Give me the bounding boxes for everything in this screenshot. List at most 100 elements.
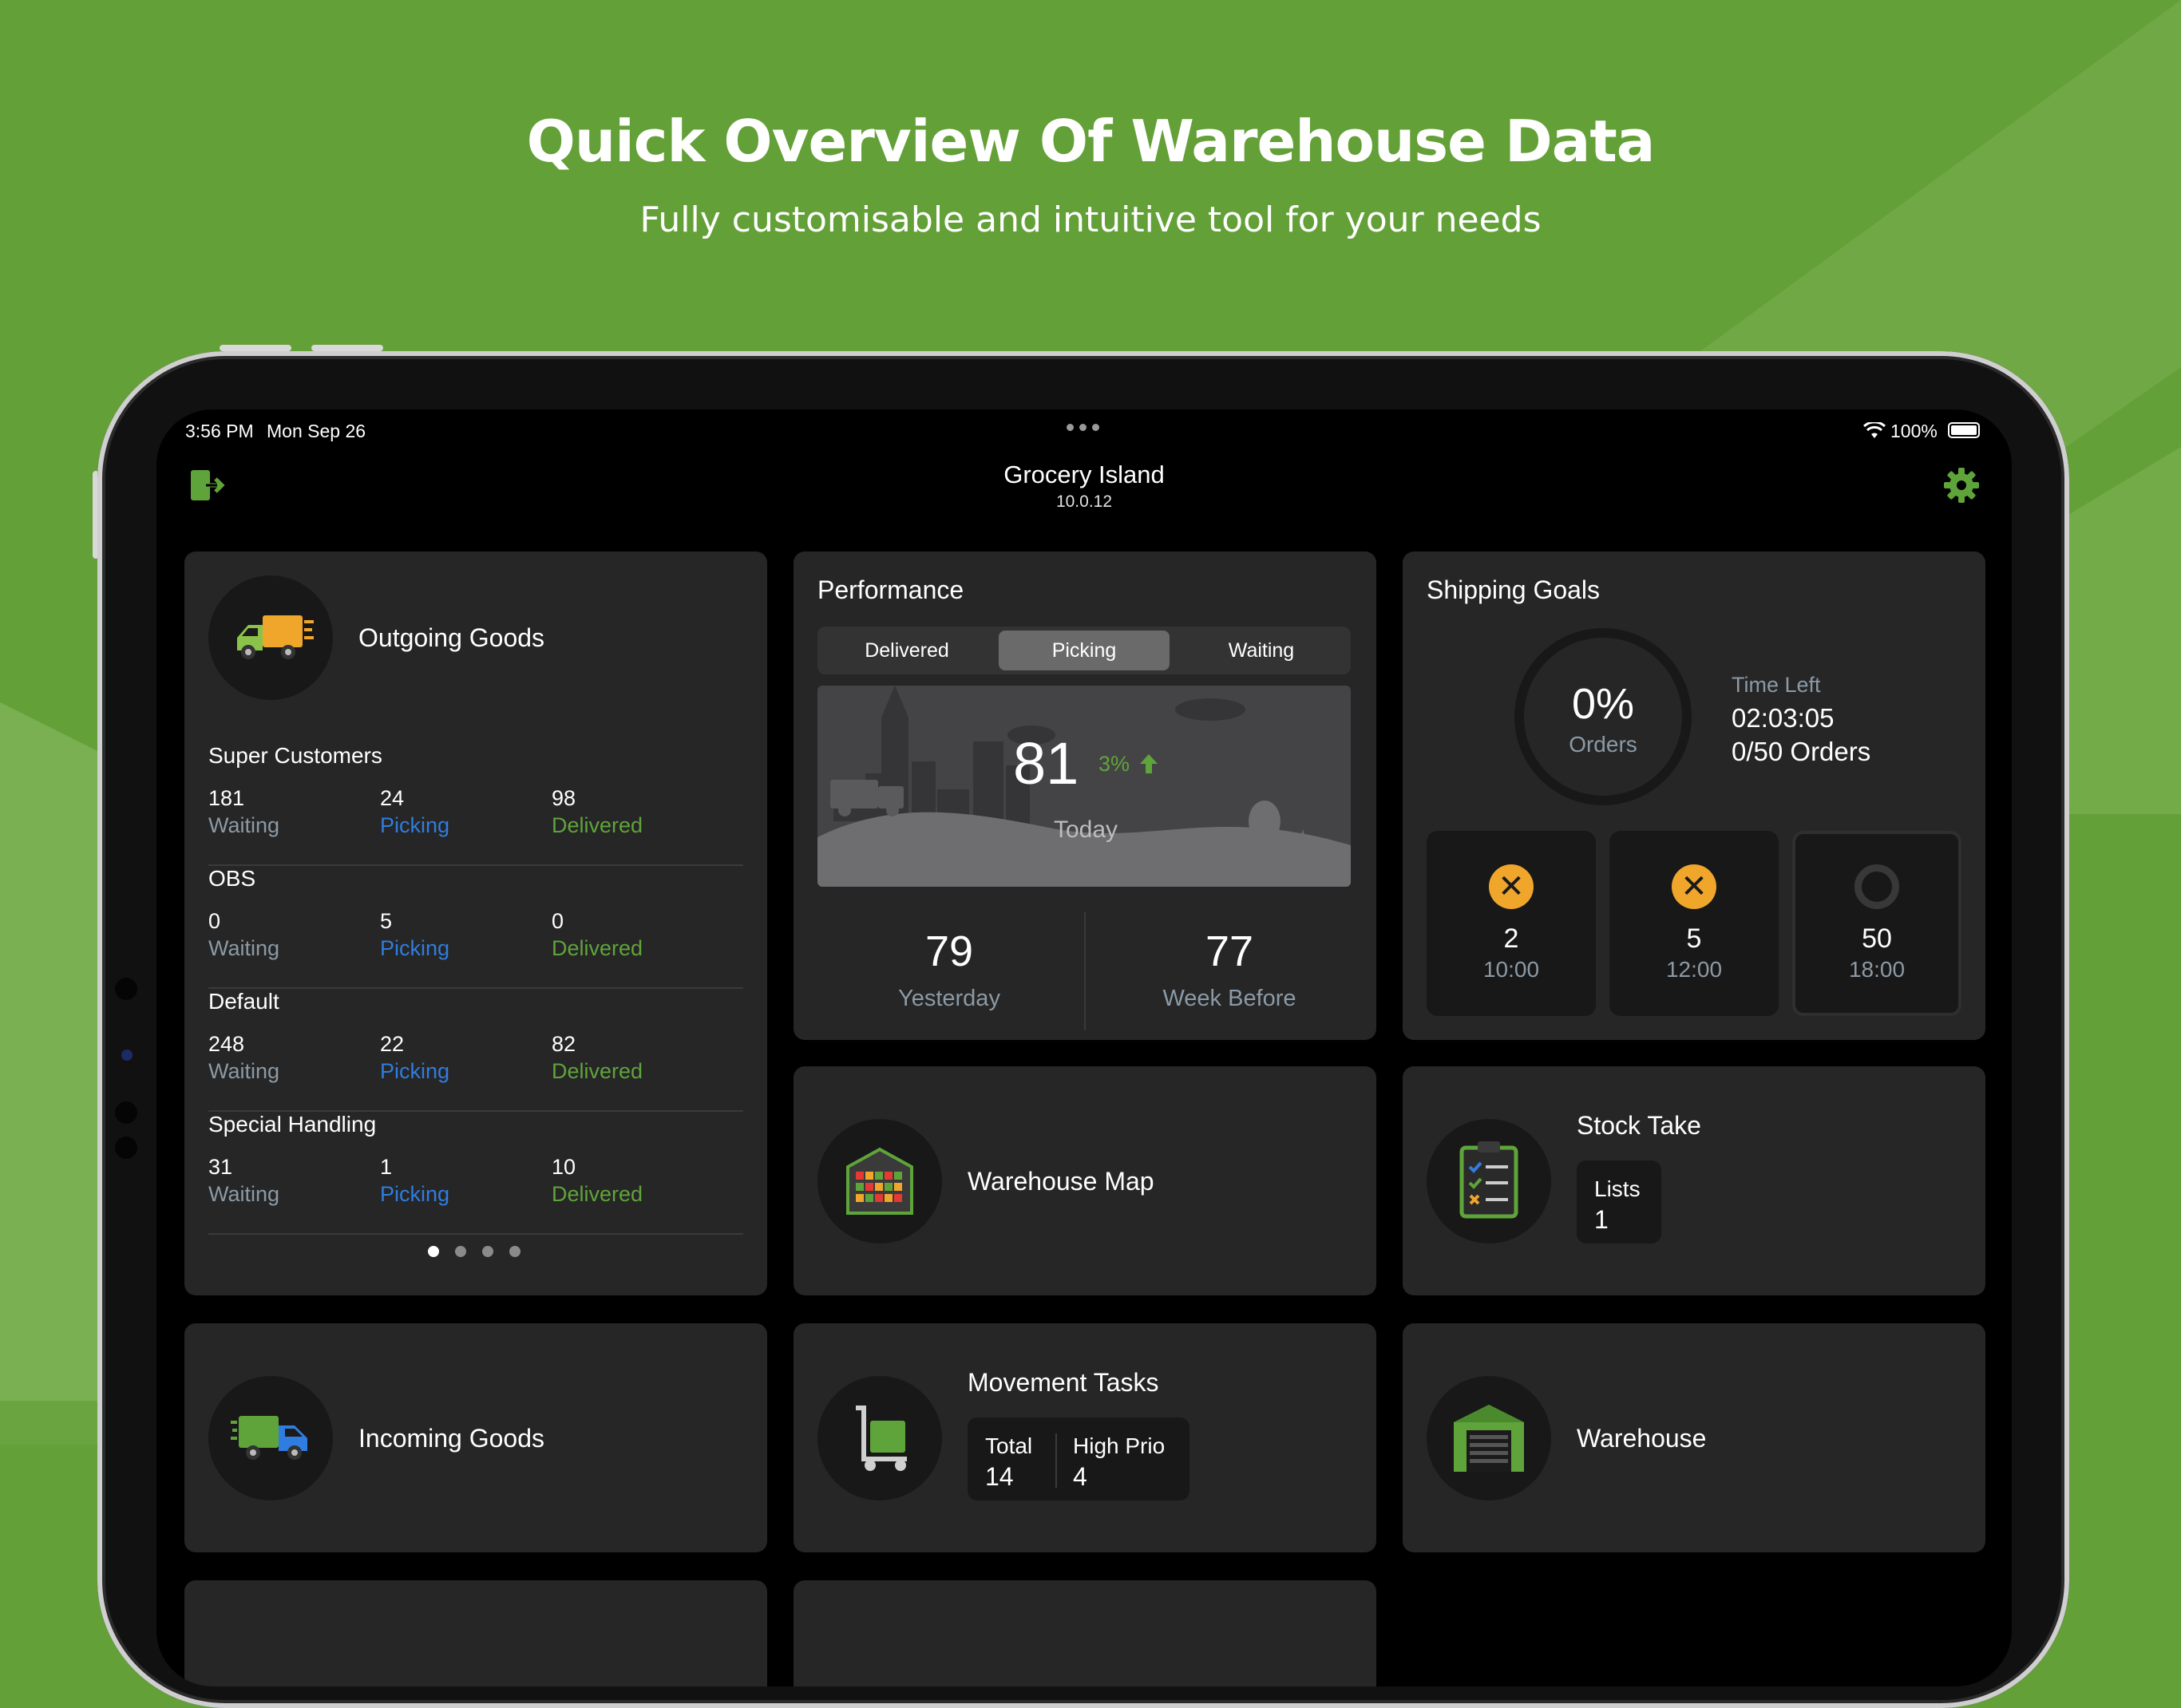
today-value: 81	[1013, 730, 1079, 797]
slot-count: 2	[1503, 923, 1519, 954]
progress-label: Orders	[1569, 732, 1637, 757]
group-row[interactable]: Default 248 Waiting 22 Picking 82 Delivered	[208, 989, 743, 1112]
wifi-icon	[1863, 422, 1886, 438]
incoming-goods-card[interactable]: Incoming Goods	[184, 1323, 767, 1552]
picking-label: Picking	[380, 1059, 450, 1083]
waiting-cell: 248 Waiting	[208, 1030, 279, 1085]
today-label: Today	[1054, 816, 1118, 843]
waiting-label: Waiting	[208, 1059, 280, 1083]
shipping-slot[interactable]: ✕ 5 12:00	[1609, 831, 1779, 1016]
lists-label: Lists	[1594, 1176, 1641, 1201]
waiting-count: 181	[208, 786, 245, 810]
tab-picking[interactable]: Picking	[999, 631, 1170, 670]
page-indicator[interactable]	[428, 1246, 521, 1257]
picking-cell: 24 Picking	[380, 785, 449, 839]
delivered-cell: 98 Delivered	[552, 785, 643, 839]
warehouse-card[interactable]: Warehouse	[1403, 1323, 1985, 1552]
yesterday-value: 79	[924, 927, 974, 975]
slot-time: 10:00	[1482, 957, 1540, 982]
slot-count: 50	[1862, 923, 1892, 954]
volume-button-top	[220, 345, 291, 351]
lists-value: 1	[1594, 1205, 1609, 1234]
sensor-dot	[121, 1050, 133, 1061]
picking-count: 5	[380, 909, 393, 933]
incoming-truck-icon	[231, 1416, 307, 1460]
group-row[interactable]: Special Handling 31 Waiting 1 Picking 10 De…	[208, 1112, 743, 1235]
waiting-cell: 0 Waiting	[208, 907, 279, 962]
stock-take-card[interactable]: Stock Take Lists 1	[1403, 1066, 1985, 1295]
week-before-label: Week Before	[1162, 986, 1296, 1011]
waiting-count: 248	[208, 1032, 245, 1056]
tab-waiting[interactable]: Waiting	[1176, 631, 1347, 670]
group-name: Default	[208, 989, 279, 1014]
delivered-count: 10	[552, 1155, 576, 1179]
performance-illustration: 81 3% Today	[817, 686, 1351, 887]
picking-cell: 5 Picking	[380, 907, 449, 962]
waiting-label: Waiting	[208, 1182, 280, 1206]
partial-card-middle[interactable]	[794, 1580, 1376, 1686]
group-row[interactable]: OBS 0 Waiting 5 Picking 0 Delivered	[208, 866, 743, 989]
total-label: Total	[985, 1433, 1033, 1458]
camera-dot-3	[115, 1137, 137, 1159]
promo-subline: Fully customisable and intuitive tool fo…	[639, 200, 1542, 240]
delivered-label: Delivered	[552, 936, 643, 960]
app-title: Grocery Island	[1003, 461, 1165, 488]
promo-headline: Quick Overview Of Warehouse Data	[526, 108, 1656, 175]
gear-icon[interactable]	[1943, 467, 1980, 504]
delivered-label: Delivered	[552, 813, 643, 837]
progress-percent: 0%	[1571, 680, 1635, 728]
outgoing-title: Outgoing Goods	[358, 623, 545, 652]
warehouse-title: Warehouse	[1577, 1424, 1707, 1453]
partial-card-left[interactable]	[184, 1580, 767, 1686]
multitask-dots[interactable]	[1067, 424, 1099, 431]
stock-take-title: Stock Take	[1577, 1111, 1701, 1140]
performance-card: Performance Delivered Picking Waiting 81…	[794, 552, 1376, 1040]
page-dot-2[interactable]	[455, 1246, 466, 1257]
page-dot-4[interactable]	[509, 1246, 521, 1257]
orders-summary: 0/50 Orders	[1732, 737, 1871, 766]
tab-delivered[interactable]: Delivered	[821, 631, 992, 670]
shipping-slot[interactable]: 50 18:00	[1792, 831, 1961, 1016]
delivered-count: 0	[552, 909, 564, 933]
arrow-up-icon	[1140, 754, 1158, 773]
hand-truck-icon	[856, 1406, 907, 1471]
delivered-label: Delivered	[552, 1059, 643, 1083]
group-name: Super Customers	[208, 743, 382, 768]
page-dot-1[interactable]	[428, 1246, 439, 1257]
high-prio-value: 4	[1073, 1462, 1087, 1491]
delivery-truck-icon	[237, 615, 314, 659]
week-before-value: 77	[1205, 927, 1254, 975]
battery-percent: 100%	[1890, 421, 1938, 441]
shipping-goals-card: Shipping Goals 0% Orders Time Left 02:03…	[1403, 552, 1985, 1040]
page-dot-3[interactable]	[482, 1246, 493, 1257]
delivered-count: 98	[552, 786, 576, 810]
app-version: 10.0.12	[1055, 492, 1113, 511]
picking-label: Picking	[380, 936, 450, 960]
lists-box: Lists 1	[1577, 1160, 1661, 1243]
total-value: 14	[985, 1462, 1014, 1491]
clipboard-checklist-icon	[1459, 1141, 1518, 1219]
volume-button-top-2	[311, 345, 383, 351]
today-change: 3%	[1098, 752, 1130, 776]
picking-count: 24	[380, 786, 405, 810]
warehouse-map-title: Warehouse Map	[968, 1167, 1154, 1196]
picking-count: 22	[380, 1032, 405, 1056]
delivered-count: 82	[552, 1032, 576, 1056]
outgoing-goods-card[interactable]: Outgoing Goods Super Customers 181 Waitin…	[184, 552, 767, 1295]
waiting-cell: 181 Waiting	[208, 785, 279, 839]
group-name: Special Handling	[208, 1112, 377, 1137]
waiting-count: 0	[208, 909, 221, 933]
pending-ring-icon	[1854, 864, 1899, 909]
picking-label: Picking	[380, 813, 450, 837]
shipping-slot[interactable]: ✕ 2 10:00	[1427, 831, 1596, 1016]
performance-tabs: Delivered Picking Waiting	[817, 627, 1351, 674]
group-row[interactable]: Super Customers 181 Waiting 24 Picking 98 D…	[208, 743, 743, 866]
delivered-label: Delivered	[552, 1182, 643, 1206]
camera-dot-2	[115, 1101, 137, 1124]
waiting-cell: 31 Waiting	[208, 1153, 279, 1208]
movement-tasks-card[interactable]: Movement Tasks Total 14 High Prio 4	[794, 1323, 1376, 1552]
picking-label: Picking	[380, 1182, 450, 1206]
warehouse-map-card[interactable]: Warehouse Map	[794, 1066, 1376, 1295]
picking-count: 1	[380, 1155, 393, 1179]
delivered-cell: 0 Delivered	[552, 907, 643, 962]
